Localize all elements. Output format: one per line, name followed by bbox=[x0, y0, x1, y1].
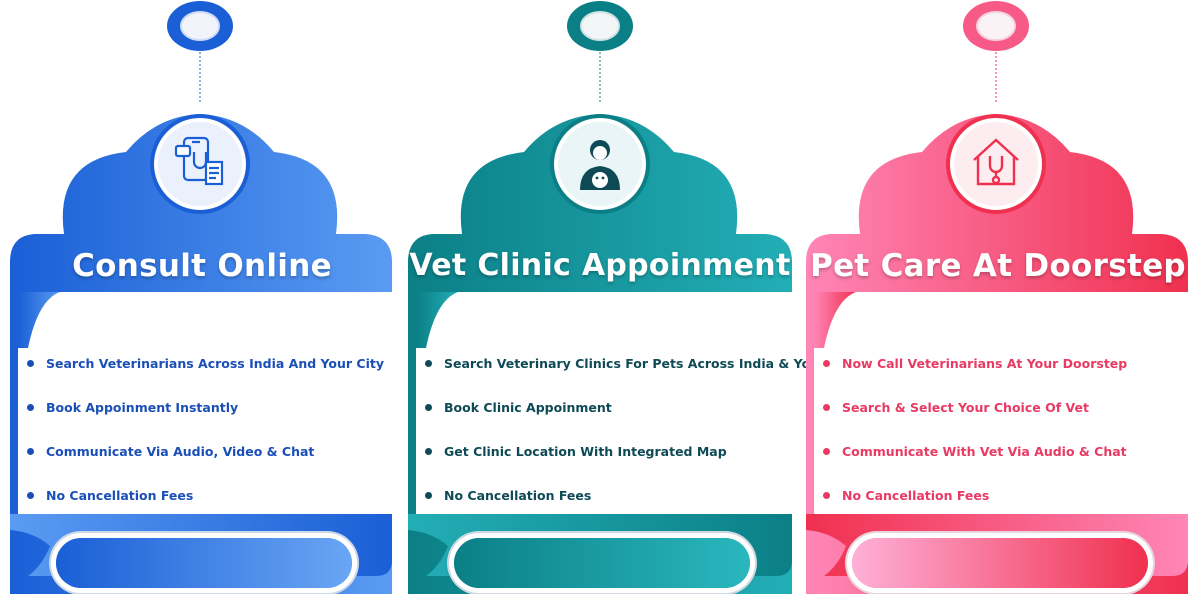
bullet-dot-icon bbox=[27, 360, 34, 367]
bullet-dot-icon bbox=[823, 448, 830, 455]
list-item: Book Appoinment Instantly bbox=[24, 394, 392, 438]
list-item: Search & Select Your Choice Of Vet bbox=[820, 394, 1188, 438]
card-title: Consult Online bbox=[72, 248, 332, 284]
consult-online-button[interactable] bbox=[56, 538, 352, 588]
bullet-dot-icon bbox=[425, 492, 432, 499]
list-item: Now Call Veterinarians At Your Doorstep bbox=[820, 350, 1188, 394]
card-vet-clinic-appointment: Vet Clinic Appoinment Search Veterinary … bbox=[404, 0, 857, 594]
bullet-dot-icon bbox=[27, 448, 34, 455]
vet-clinic-appointment-button[interactable] bbox=[454, 538, 750, 588]
card-consult-online: Consult Online Search Veterinarians Acro… bbox=[6, 0, 398, 594]
card-title: Vet Clinic Appoinment bbox=[409, 248, 791, 283]
list-item: Get Clinic Location With Integrated Map bbox=[422, 438, 790, 482]
list-item: Book Clinic Appoinment bbox=[422, 394, 790, 438]
bullet-dot-icon bbox=[823, 360, 830, 367]
bullet-dot-icon bbox=[27, 404, 34, 411]
feature-list: Search Veterinarians Across India And Yo… bbox=[24, 350, 392, 526]
bullet-dot-icon bbox=[27, 492, 34, 499]
feature-list: Now Call Veterinarians At Your Doorstep … bbox=[820, 350, 1188, 526]
services-panel: Consult Online Search Veterinarians Acro… bbox=[0, 0, 1200, 594]
list-item: No Cancellation Fees bbox=[820, 482, 1188, 526]
list-item: No Cancellation Fees bbox=[422, 482, 790, 526]
bullet-dot-icon bbox=[425, 360, 432, 367]
card-title: Pet Care At Doorstep bbox=[810, 248, 1186, 284]
bullet-dot-icon bbox=[425, 404, 432, 411]
card-pet-care-at-doorstep: Pet Care At Doorstep Now Call Veterinari… bbox=[802, 0, 1194, 594]
list-item: Search Veterinary Clinics For Pets Acros… bbox=[422, 350, 857, 394]
list-item: Search Veterinarians Across India And Yo… bbox=[24, 350, 392, 394]
bullet-dot-icon bbox=[425, 448, 432, 455]
list-item: Communicate Via Audio, Video & Chat bbox=[24, 438, 392, 482]
pet-care-at-doorstep-button[interactable] bbox=[852, 538, 1148, 588]
list-item: Communicate With Vet Via Audio & Chat bbox=[820, 438, 1188, 482]
bullet-dot-icon bbox=[823, 404, 830, 411]
bullet-dot-icon bbox=[823, 492, 830, 499]
feature-list: Search Veterinary Clinics For Pets Acros… bbox=[422, 350, 857, 526]
list-item: No Cancellation Fees bbox=[24, 482, 392, 526]
